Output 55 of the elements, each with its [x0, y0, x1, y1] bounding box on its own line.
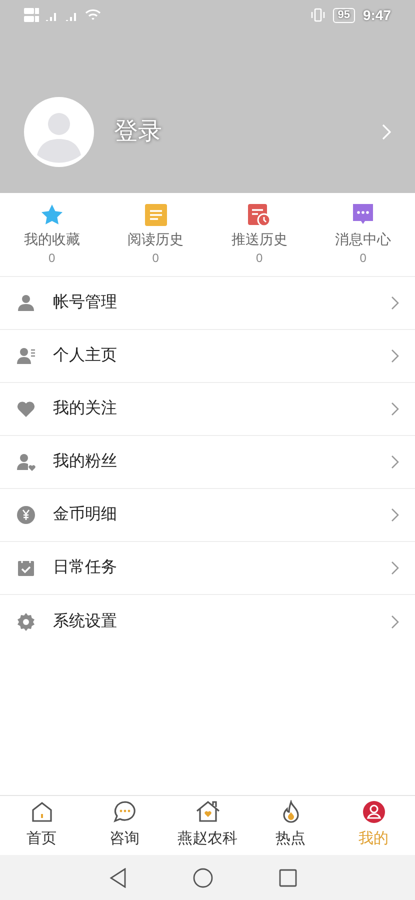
chat-bubble-icon	[112, 800, 136, 824]
menu-item[interactable]: 系统设置	[0, 595, 415, 648]
menu-label: 我的粉丝	[53, 452, 118, 472]
stat-count: 0	[152, 250, 159, 266]
house-heart-icon	[196, 800, 220, 824]
star-icon	[40, 203, 64, 227]
tab[interactable]: 燕赵农科	[166, 796, 249, 855]
person-icon	[16, 293, 36, 313]
menu-item[interactable]: 个人主页	[0, 330, 415, 383]
calendar-check-icon	[16, 558, 36, 578]
tab[interactable]: 热点	[249, 796, 332, 855]
stat-label[interactable]: 消息中心	[335, 228, 392, 250]
vibrate-icon	[310, 8, 325, 22]
clock-document-icon	[247, 203, 272, 227]
heart-icon	[16, 399, 36, 419]
stat-count: 0	[48, 250, 56, 266]
battery-indicator: 95	[332, 8, 355, 22]
tab[interactable]: 咨询	[83, 796, 166, 855]
house-icon	[30, 800, 54, 824]
menu-label: 个人主页	[53, 346, 118, 366]
settings-icon	[16, 612, 36, 632]
stat-label[interactable]: 推送历史	[231, 228, 288, 250]
chevron-right-icon	[391, 508, 399, 522]
chevron-right-icon	[391, 614, 399, 628]
recents-icon[interactable]	[278, 868, 296, 886]
avatar-placeholder-icon	[24, 97, 94, 167]
stat-count: 0	[256, 250, 263, 266]
yen-coin-icon	[16, 505, 36, 525]
menu-label: 帐号管理	[53, 292, 118, 313]
menu-item[interactable]: 日常任务	[0, 542, 415, 595]
person-heart-icon	[16, 452, 36, 472]
back-icon[interactable]	[108, 868, 126, 888]
stat-label[interactable]: 我的收藏	[24, 228, 80, 250]
stat-count: 0	[360, 250, 366, 266]
chevron-right-icon	[391, 561, 399, 575]
tab[interactable]: 首页	[0, 796, 83, 855]
stat-label[interactable]: 阅读历史	[128, 228, 184, 250]
chevron-right-icon	[391, 296, 399, 310]
status-time: 9:47	[362, 6, 391, 24]
person-card-icon	[16, 346, 36, 366]
menu-label: 金币明细	[53, 504, 118, 525]
chevron-right-icon	[391, 455, 399, 469]
menu-label: 我的关注	[53, 398, 118, 419]
profile-icon	[362, 800, 386, 824]
chevron-right-icon	[382, 124, 391, 140]
menu-label: 日常任务	[53, 558, 118, 578]
chevron-right-icon	[391, 402, 399, 416]
chevron-right-icon	[391, 349, 399, 363]
menu-label: 系统设置	[53, 612, 118, 632]
menu-item[interactable]: 金币明细	[0, 489, 415, 542]
menu-item[interactable]: 我的关注	[0, 383, 415, 436]
menu-item[interactable]: 我的粉丝	[0, 436, 415, 489]
home-icon[interactable]	[192, 868, 212, 888]
document-icon	[144, 204, 167, 226]
menu-item[interactable]: 帐号管理	[0, 277, 415, 330]
